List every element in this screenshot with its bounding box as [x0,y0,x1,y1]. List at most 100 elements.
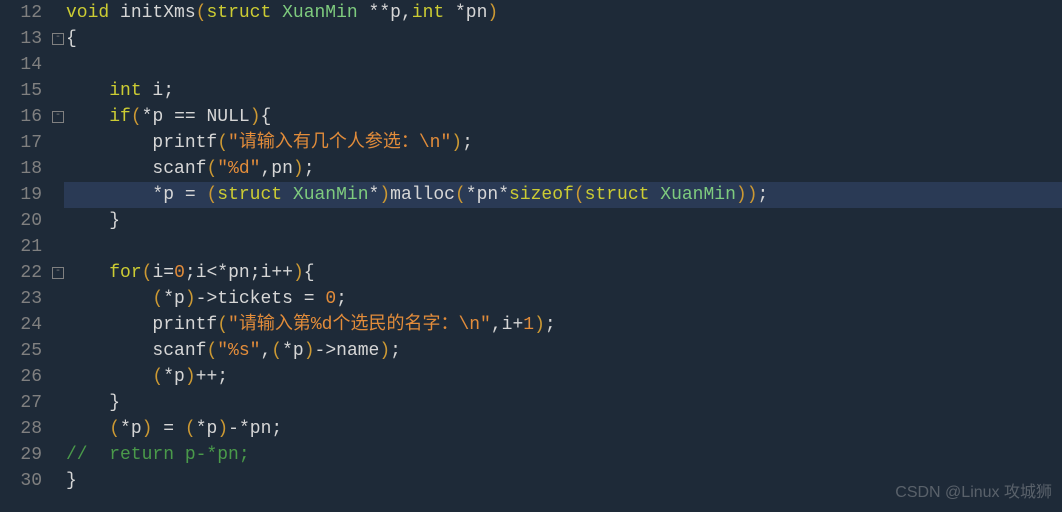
token-type: XuanMin [293,185,369,205]
line-number-gutter: 12131415161718192021222324252627282930 [0,0,52,494]
code-line[interactable]: void initXms(struct XuanMin **p,int *pn) [64,0,1062,26]
code-line[interactable]: printf("请输入有几个人参选：\n"); [64,130,1062,156]
token-id [66,419,109,439]
code-line[interactable]: printf("请输入第%d个选民的名字：\n",i+1); [64,312,1062,338]
token-op: * [163,367,174,387]
token-paren: ( [152,289,163,309]
token-op: ; [163,81,174,101]
token-punc: } [109,393,120,413]
token-paren: )) [736,185,758,205]
line-number: 14 [0,52,42,78]
line-number: 26 [0,364,42,390]
token-kw: for [109,263,141,283]
code-line[interactable]: // return p-*pn; [64,442,1062,468]
token-op: -> [315,341,337,361]
line-number: 18 [0,156,42,182]
token-op: * [282,341,293,361]
code-line[interactable] [64,234,1062,260]
token-id [174,419,185,439]
token-paren: ( [185,419,196,439]
token-id: pn [466,3,488,23]
token-op: ++ [271,263,293,283]
token-id: p [207,419,218,439]
token-paren: ) [304,341,315,361]
token-op: ; [185,263,196,283]
token-id: p [152,107,174,127]
token-op: * [498,185,509,205]
token-op: , [491,315,502,335]
token-id [66,81,109,101]
line-number: 28 [0,416,42,442]
token-id: p [293,341,304,361]
token-op: * [455,3,466,23]
token-punc: { [261,107,272,127]
line-number: 15 [0,78,42,104]
token-fn: printf [152,133,217,153]
token-punc: } [109,211,120,231]
code-line[interactable] [64,52,1062,78]
token-id [66,315,152,335]
token-paren: ( [131,107,142,127]
token-id [66,289,152,309]
token-str: "%d" [217,159,260,179]
token-str: "请输入有几个人参选：\n" [228,133,451,153]
token-id [109,3,120,23]
token-id: pn [477,185,499,205]
line-number: 23 [0,286,42,312]
token-paren: ) [451,133,462,153]
token-op: * [196,419,207,439]
line-number: 27 [0,390,42,416]
token-id: NULL [196,107,250,127]
token-kw: int [412,3,444,23]
token-op: ** [369,3,391,23]
fold-column[interactable]: - - - [52,0,64,494]
token-paren: ) [293,159,304,179]
token-op: ; [250,263,261,283]
code-line[interactable]: (*p)->tickets = 0; [64,286,1062,312]
token-op: <* [207,263,229,283]
token-paren: ( [196,3,207,23]
code-line[interactable]: (*p)++; [64,364,1062,390]
code-line[interactable]: *p = (struct XuanMin*)malloc(*pn*sizeof(… [64,182,1062,208]
code-line[interactable]: { [64,26,1062,52]
fold-toggle-icon[interactable]: - [52,33,64,45]
code-line[interactable]: } [64,208,1062,234]
token-op: -> [196,289,218,309]
code-line[interactable]: (*p) = (*p)-*pn; [64,416,1062,442]
token-op: ; [304,159,315,179]
token-fn: scanf [152,159,206,179]
token-paren: ( [217,315,228,335]
token-paren: ) [250,107,261,127]
line-number: 16 [0,104,42,130]
token-fn: malloc [390,185,455,205]
fold-toggle-icon[interactable]: - [52,267,64,279]
token-op: * [466,185,477,205]
code-line[interactable]: scanf("%d",pn); [64,156,1062,182]
token-num: 1 [523,315,534,335]
code-editor[interactable]: 12131415161718192021222324252627282930 -… [0,0,1062,494]
token-id: pn [271,159,293,179]
code-line[interactable]: } [64,468,1062,494]
token-kw: struct [217,185,282,205]
token-op: = [185,185,196,205]
code-line[interactable]: } [64,390,1062,416]
token-id [66,159,152,179]
code-area[interactable]: void initXms(struct XuanMin **p,int *pn)… [64,0,1062,494]
token-num: 0 [174,263,185,283]
fold-toggle-icon[interactable]: - [52,111,64,123]
code-line[interactable]: if(*p == NULL){ [64,104,1062,130]
token-punc: { [304,263,315,283]
token-op: + [512,315,523,335]
token-paren: ) [379,185,390,205]
token-id [282,185,293,205]
token-id [444,3,455,23]
token-paren: ( [206,159,217,179]
code-line[interactable]: int i; [64,78,1062,104]
code-line[interactable]: scanf("%s",(*p)->name); [64,338,1062,364]
token-paren: ) [534,315,545,335]
token-id: i [502,315,513,335]
code-line[interactable]: for(i=0;i<*pn;i++){ [64,260,1062,286]
token-id [152,419,163,439]
token-id [66,341,152,361]
token-id: pn [228,263,250,283]
